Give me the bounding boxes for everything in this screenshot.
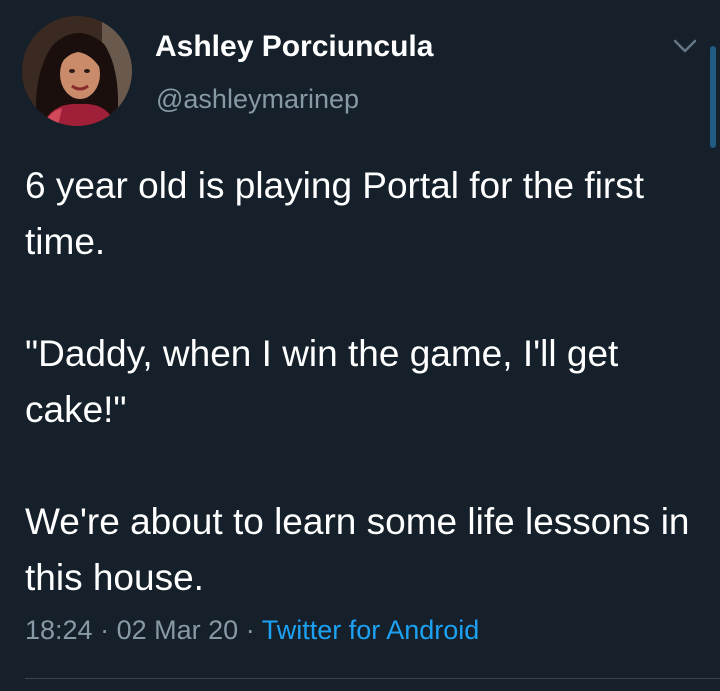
scrollbar[interactable] — [710, 46, 716, 148]
avatar-image — [22, 16, 132, 126]
tweet-text: 6 year old is playing Portal for the fir… — [25, 158, 695, 606]
tweet-time[interactable]: 18:24 — [25, 615, 93, 645]
tweet-paragraph: We're about to learn some life lessons i… — [25, 501, 690, 598]
tweet-source-link[interactable]: Twitter for Android — [262, 615, 480, 645]
tweet-paragraph: "Daddy, when I win the game, I'll get ca… — [25, 333, 619, 430]
chevron-down-icon[interactable] — [672, 36, 698, 56]
tweet-paragraph: 6 year old is playing Portal for the fir… — [25, 165, 645, 262]
tweet-card: Ashley Porciuncula @ashleymarinep 6 year… — [0, 0, 720, 691]
tweet-date[interactable]: 02 Mar 20 — [117, 615, 239, 645]
meta-separator: · — [245, 615, 255, 645]
divider — [25, 678, 720, 679]
author-name[interactable]: Ashley Porciuncula — [155, 30, 433, 64]
tweet-meta: 18:24 · 02 Mar 20 · Twitter for Android — [25, 615, 479, 646]
author-handle[interactable]: @ashleymarinep — [156, 84, 359, 115]
meta-separator: · — [100, 615, 110, 645]
avatar[interactable] — [22, 16, 132, 126]
